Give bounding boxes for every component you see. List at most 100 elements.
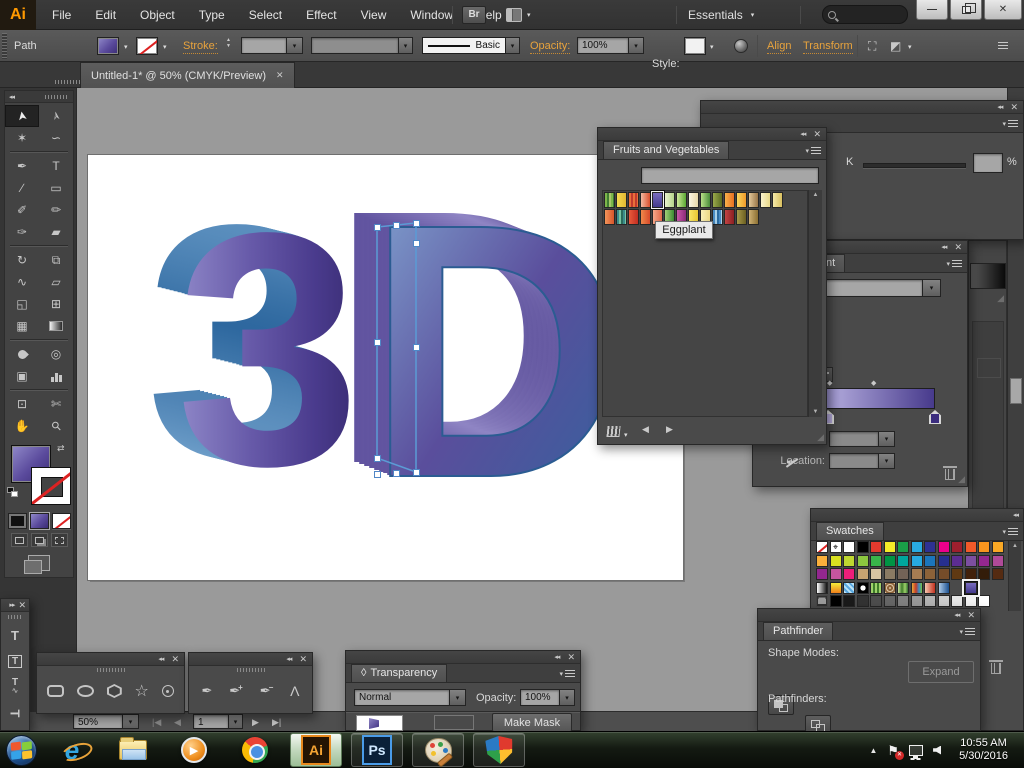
swatch[interactable]: [965, 555, 977, 567]
blend-tool[interactable]: ◎: [39, 343, 73, 365]
swatch[interactable]: [965, 568, 977, 580]
zoom-level-dropdown[interactable]: ▾: [123, 714, 139, 729]
panel-menu-icon[interactable]: ▾: [1002, 120, 1018, 128]
style-swatch[interactable]: [684, 37, 706, 55]
swatch[interactable]: [992, 541, 1004, 553]
swatch[interactable]: [830, 582, 842, 594]
swatch[interactable]: [870, 541, 882, 553]
start-button[interactable]: [5, 734, 37, 766]
stroke-weight-value[interactable]: [241, 37, 287, 54]
brush-definition[interactable]: Basic: [422, 37, 506, 54]
swatch[interactable]: [897, 568, 909, 580]
swatch[interactable]: [843, 555, 855, 567]
swatch[interactable]: [911, 555, 923, 567]
expand-panel-icon[interactable]: ▸▸: [9, 601, 14, 609]
selection-tool[interactable]: ➤: [5, 105, 39, 127]
taskbar-app-file-explorer[interactable]: [107, 733, 159, 767]
delete-anchor-point-tool-icon[interactable]: ✒−: [260, 683, 274, 699]
swatch[interactable]: [897, 541, 909, 553]
default-fill-stroke-icon[interactable]: [7, 487, 19, 498]
width-tool[interactable]: ∿: [5, 271, 39, 293]
minimize-button[interactable]: —: [916, 0, 948, 20]
swatch[interactable]: [951, 568, 963, 580]
stroke-weight-dropdown[interactable]: ▾: [287, 37, 303, 54]
rectangle-tool[interactable]: ▭: [39, 177, 73, 199]
type-tool-icon[interactable]: T: [1, 622, 29, 648]
pencil-tool[interactable]: ✏: [39, 199, 73, 221]
swatch[interactable]: [857, 582, 869, 594]
swatch[interactable]: [884, 582, 896, 594]
library-swatch[interactable]: [760, 192, 771, 208]
shape-builder-tool[interactable]: ◱: [5, 293, 39, 315]
swatch[interactable]: [978, 541, 990, 553]
width-profile-dropdown[interactable]: ▾: [399, 37, 413, 54]
collapse-panel-icon[interactable]: ◂◂: [997, 103, 1002, 111]
collapse-tools-icon[interactable]: ◂◂: [9, 93, 14, 101]
menu-effect[interactable]: Effect: [294, 0, 348, 30]
load-library-icon[interactable]: [606, 426, 620, 437]
panel-menu-icon[interactable]: ▾: [1002, 528, 1018, 536]
hand-tool[interactable]: ✋: [5, 415, 39, 437]
scroll-up-icon[interactable]: ▲: [1012, 543, 1018, 549]
swatch[interactable]: [857, 595, 869, 607]
paintbrush-tool[interactable]: ✐: [5, 199, 39, 221]
direct-selection-tool[interactable]: ➢: [39, 105, 73, 127]
draw-inside-button[interactable]: [51, 533, 68, 547]
k-value-input[interactable]: [973, 153, 1003, 173]
tab-pathfinder[interactable]: Pathfinder: [763, 622, 833, 640]
close-panel-icon[interactable]: ✕: [1010, 102, 1018, 113]
fill-color-swatch[interactable]: [97, 37, 119, 55]
previous-library-icon[interactable]: ◀: [642, 419, 649, 439]
swatch[interactable]: [951, 555, 963, 567]
k-slider[interactable]: [863, 163, 966, 168]
lasso-tool[interactable]: ∽: [39, 127, 73, 149]
tools-drag-dots[interactable]: [45, 95, 69, 99]
taskbar-app-media-player[interactable]: ▶: [168, 733, 220, 767]
selection-anchor[interactable]: [393, 470, 400, 477]
swatch[interactable]: [938, 555, 950, 567]
swatch[interactable]: [951, 595, 963, 607]
tearoff-drag-dots[interactable]: [8, 615, 22, 619]
transform-link[interactable]: Transform: [803, 40, 853, 54]
find-input[interactable]: [641, 167, 819, 184]
library-swatch[interactable]: [628, 209, 639, 225]
swatch[interactable]: [843, 582, 855, 594]
tearoff-drag-dots[interactable]: [237, 668, 265, 672]
align-link[interactable]: Align: [767, 40, 791, 54]
blend-mode-dropdown[interactable]: ▾: [450, 689, 466, 706]
scale-tool[interactable]: ⧉: [39, 249, 73, 271]
library-swatch[interactable]: [748, 192, 759, 208]
library-swatch[interactable]: [688, 192, 699, 208]
library-swatch[interactable]: [772, 192, 783, 208]
swatch[interactable]: [992, 568, 1004, 580]
convert-anchor-point-tool-icon[interactable]: Λ: [290, 683, 299, 699]
swatch[interactable]: [897, 595, 909, 607]
artboard-number-value[interactable]: 1: [193, 714, 229, 729]
next-artboard-icon[interactable]: ▶: [252, 712, 259, 732]
gradient-midpoint-icon[interactable]: ◆: [871, 379, 876, 387]
library-swatch[interactable]: [664, 192, 675, 208]
collapse-panel-icon[interactable]: ◂◂: [286, 655, 291, 663]
blob-brush-tool[interactable]: ✑: [5, 221, 39, 243]
ellipse-tool-icon[interactable]: [77, 685, 94, 697]
perspective-grid-tool[interactable]: ⊞: [39, 293, 73, 315]
swatch[interactable]: [884, 595, 896, 607]
selection-anchor[interactable]: [413, 240, 420, 247]
document-setup-icon[interactable]: [734, 39, 748, 53]
zoom-tool[interactable]: ⚲: [39, 415, 73, 437]
rounded-rectangle-tool-icon[interactable]: [47, 685, 64, 697]
swatch[interactable]: [816, 568, 828, 580]
draw-normal-button[interactable]: [11, 533, 28, 547]
opacity-link[interactable]: Opacity:: [530, 40, 570, 54]
swatch[interactable]: [816, 582, 828, 594]
swatch[interactable]: [897, 582, 909, 594]
panel-menu-icon[interactable]: ▾: [959, 628, 975, 636]
vertical-type-tool-icon[interactable]: T: [1, 700, 29, 726]
none-button[interactable]: [52, 513, 71, 529]
collapse-panel-icon[interactable]: ◂◂: [954, 611, 959, 619]
close-panel-icon[interactable]: ✕: [954, 242, 962, 253]
draw-behind-button[interactable]: [31, 533, 48, 547]
opacity-value[interactable]: 100%: [520, 689, 560, 706]
swatch[interactable]: [978, 595, 990, 607]
gradient-type-dropdown[interactable]: ▾: [923, 279, 941, 297]
